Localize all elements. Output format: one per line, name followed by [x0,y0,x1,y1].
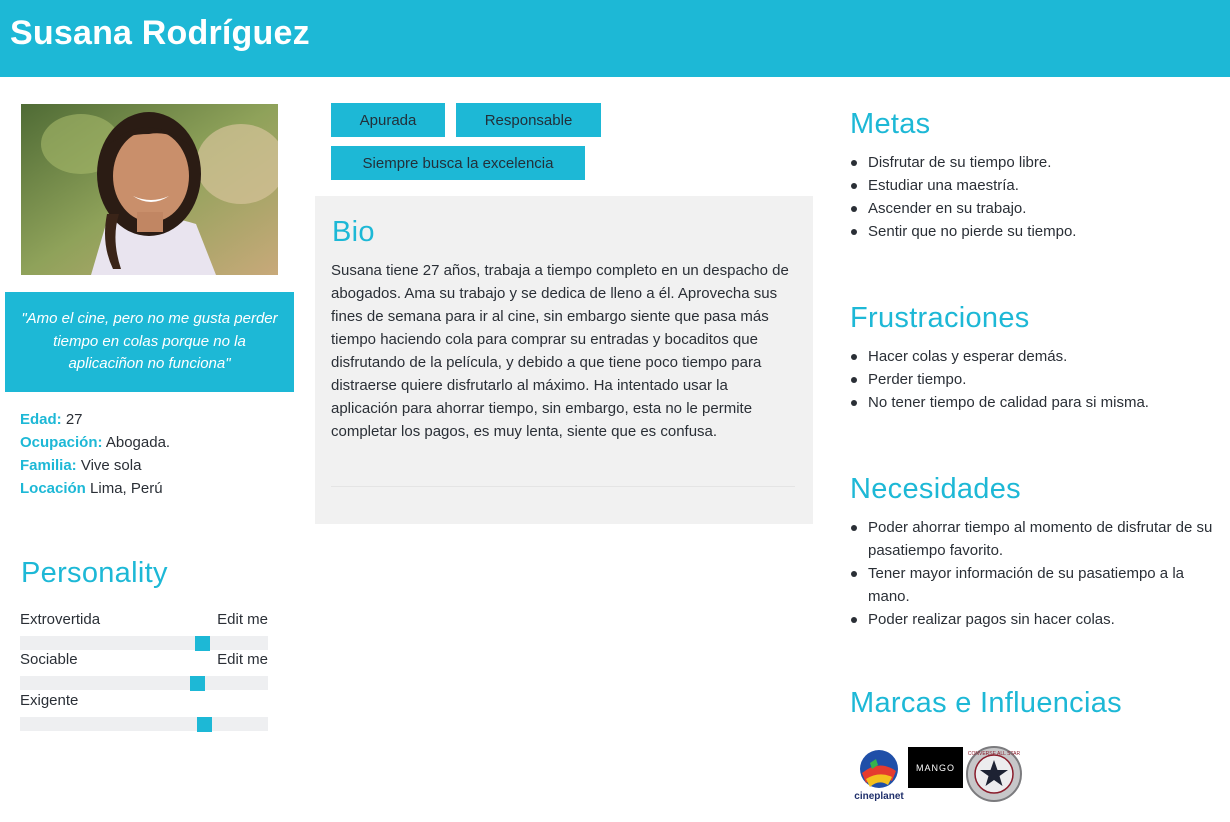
trait-slider-track[interactable] [20,676,268,691]
frustrations-title: Frustraciones [850,302,1030,334]
trait-label: Extrovertida [20,611,101,628]
trait-slider-handle[interactable] [190,676,205,691]
list-item: Disfrutar de su tiempo libre. [850,151,1220,174]
needs-section: Necesidades Poder ahorrar tiempo al mome… [850,473,1220,631]
mango-logo: MANGO [908,747,963,788]
quote-text: "Amo el cine, pero no me gusta perder ti… [21,310,278,373]
trait-edit-link[interactable]: Edit me [217,611,268,631]
frustrations-section: Frustraciones Hacer colas y esperar demá… [850,302,1220,414]
list-item: Tener mayor información de su pasatiempo… [850,562,1220,608]
needs-list: Poder ahorrar tiempo al momento de disfr… [850,516,1220,631]
fact-occupation: Ocupación: Abogada. [20,431,170,454]
fact-age: Edad: 27 [20,408,170,431]
trait-label: Exigente [20,692,79,709]
trait-label: Sociable [20,651,78,668]
trait-slider-track[interactable] [20,636,268,651]
header-bar: Susana Rodríguez [0,0,1230,77]
persona-name: Susana Rodríguez [10,14,310,52]
list-item: Sentir que no pierde su tiempo. [850,220,1220,243]
goals-list: Disfrutar de su tiempo libre. Estudiar u… [850,151,1220,243]
cineplanet-text: cineplanet [854,791,904,802]
fact-label: Edad: [20,411,62,428]
brands-title: Marcas e Influencias [850,687,1122,719]
list-item: Poder ahorrar tiempo al momento de disfr… [850,516,1220,562]
list-item: Ascender en su trabajo. [850,197,1220,220]
converse-logo: CONVERSE ALL STAR [966,745,1022,803]
persona-quote: "Amo el cine, pero no me gusta perder ti… [5,292,294,392]
personality-title: Personality [21,557,168,589]
trait-edit-link[interactable]: Edit me [217,651,268,671]
cineplanet-logo: cineplanet [852,747,906,803]
list-item: Estudiar una maestría. [850,174,1220,197]
frustrations-list: Hacer colas y esperar demás. Perder tiem… [850,345,1220,414]
fact-value: Lima, Perú [90,480,163,497]
needs-title: Necesidades [850,473,1021,505]
fact-value: Abogada. [105,434,171,451]
tag-excelencia: Siempre busca la excelencia [331,146,585,180]
list-item: Poder realizar pagos sin hacer colas. [850,608,1220,631]
trait-slider-handle[interactable] [195,636,210,651]
bio-panel: Bio Susana tiene 27 años, trabaja a tiem… [315,196,813,524]
trait-sociable: Sociable Edit me [20,651,268,691]
list-item: No tener tiempo de calidad para si misma… [850,391,1220,414]
bio-divider [331,486,795,487]
goals-section: Metas Disfrutar de su tiempo libre. Estu… [850,108,1220,243]
fact-value: 27 [65,411,83,428]
converse-text: CONVERSE ALL STAR [968,751,1021,757]
fact-family: Familia: Vive sola [20,454,170,477]
bio-text: Susana tiene 27 años, trabaja a tiempo c… [331,262,789,440]
trait-slider-track[interactable] [20,717,268,732]
fact-label: Ocupación: [20,434,103,451]
persona-facts: Edad: 27 Ocupación: Abogada. Familia: Vi… [20,408,170,500]
trait-extrovertida: Extrovertida Edit me [20,611,268,651]
tag-responsable: Responsable [456,103,601,137]
bio-title: Bio [332,216,375,248]
brands-section: Marcas e Influencias [850,687,1220,720]
fact-location: Locación Lima, Perú [20,477,170,500]
fact-label: Locación [20,480,86,497]
list-item: Hacer colas y esperar demás. [850,345,1220,368]
tag-apurada: Apurada [331,103,445,137]
trait-slider-handle[interactable] [197,717,212,732]
fact-value: Vive sola [80,457,142,474]
mango-text: MANGO [915,762,955,773]
list-item: Perder tiempo. [850,368,1220,391]
profile-photo [21,104,278,275]
fact-label: Familia: [20,457,77,474]
trait-exigente: Exigente [20,692,268,732]
goals-title: Metas [850,108,931,140]
